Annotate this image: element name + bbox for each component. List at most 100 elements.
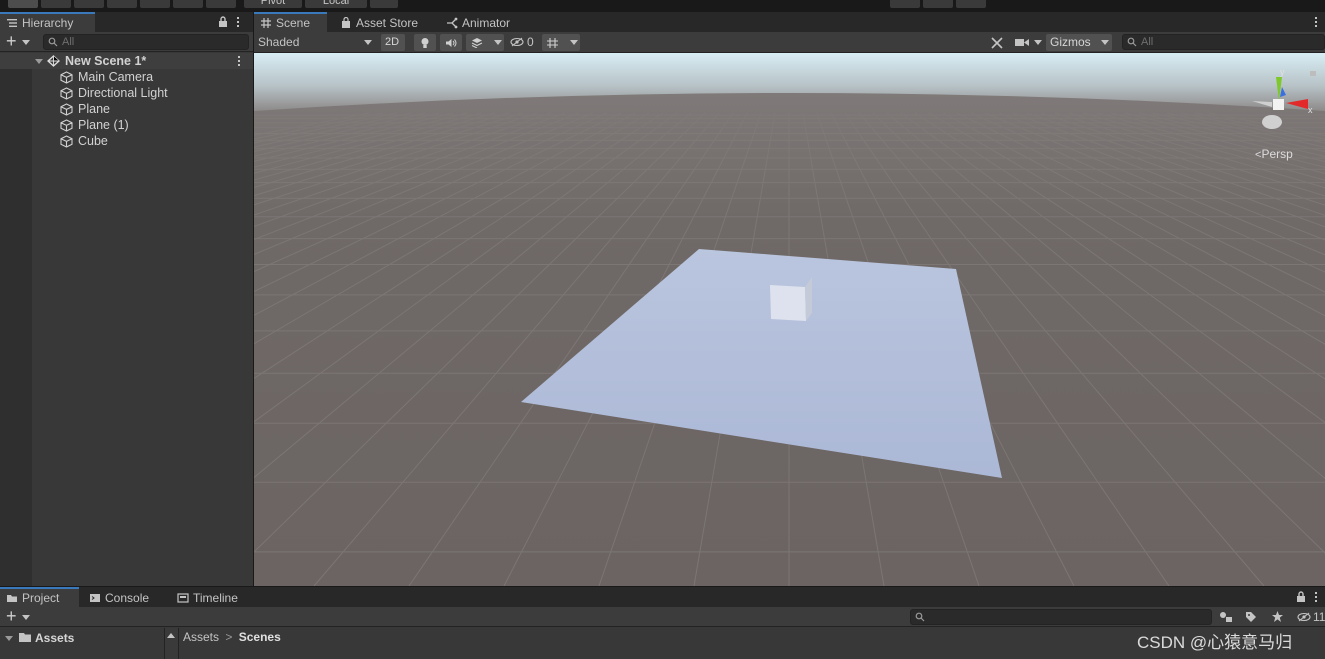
hierarchy-item-plane[interactable]: Plane xyxy=(32,101,253,117)
speaker-icon xyxy=(446,39,457,47)
tab-project-label: Project xyxy=(22,591,60,605)
hierarchy-item-label: Main Camera xyxy=(78,70,154,84)
hierarchy-item-cube[interactable]: Cube xyxy=(32,133,253,149)
hierarchy-menu-icon[interactable] xyxy=(237,17,240,29)
x-axis-arrow[interactable] xyxy=(1286,99,1308,109)
effects-dropdown[interactable] xyxy=(466,34,504,51)
tag-icon[interactable] xyxy=(1245,611,1257,623)
y-axis-arrow[interactable] xyxy=(1276,77,1282,101)
shading-mode-dropdown[interactable]: Shaded xyxy=(258,33,374,51)
snap-button[interactable] xyxy=(370,0,398,8)
tab-scene-label: Scene xyxy=(276,16,311,30)
filter-by-type-icon[interactable] xyxy=(1219,611,1233,623)
hand-tool-button[interactable] xyxy=(8,0,38,8)
tab-console-label: Console xyxy=(105,591,150,605)
tab-timeline-label: Timeline xyxy=(193,591,238,605)
list-icon xyxy=(7,19,17,27)
eye-slash-icon xyxy=(510,37,524,47)
scene-search-placeholder: All xyxy=(1141,36,1154,48)
tab-project[interactable]: Project xyxy=(0,587,79,607)
hierarchy-item-main-camera[interactable]: Main Camera xyxy=(32,69,253,85)
project-tree-scrollbar[interactable] xyxy=(165,628,178,659)
scroll-up-icon[interactable] xyxy=(167,633,175,638)
rotate-tool-button[interactable] xyxy=(74,0,104,8)
tab-timeline[interactable]: Timeline xyxy=(171,587,255,607)
pause-button[interactable] xyxy=(923,0,953,8)
scale-tool-button[interactable] xyxy=(107,0,137,8)
scene-menu-icon[interactable] xyxy=(238,56,241,68)
lock-icon[interactable] xyxy=(218,16,228,27)
tab-animator[interactable]: Animator xyxy=(440,12,525,32)
hierarchy-item-plane-1[interactable]: Plane (1) xyxy=(32,117,253,133)
hierarchy-tabbar: Hierarchy xyxy=(0,12,253,32)
layers-icon xyxy=(471,38,483,48)
add-dropdown-icon[interactable] xyxy=(22,40,30,45)
hidden-count: 0 xyxy=(527,35,534,49)
local-toggle[interactable]: Local xyxy=(305,0,367,8)
eye-slash-icon[interactable] xyxy=(1297,612,1311,622)
tab-console[interactable]: Console xyxy=(83,587,166,607)
2d-toggle-button[interactable]: 2D xyxy=(381,34,405,51)
cube-icon xyxy=(60,135,73,148)
console-icon xyxy=(90,594,100,602)
pivot-toggle[interactable]: Pivot xyxy=(244,0,302,8)
star-icon[interactable] xyxy=(1271,610,1284,623)
create-button[interactable]: + xyxy=(6,606,17,627)
scene-viewport[interactable]: y x <Persp xyxy=(254,53,1325,586)
chevron-down-icon xyxy=(1034,40,1042,45)
gizmo-lock-icon[interactable] xyxy=(1310,71,1316,76)
scene-menu-icon[interactable] xyxy=(1315,17,1318,29)
tab-animator-label: Animator xyxy=(462,16,511,30)
step-button[interactable] xyxy=(956,0,986,8)
scene-row[interactable]: New Scene 1* xyxy=(0,53,253,69)
grid-snap-dropdown[interactable] xyxy=(542,34,580,51)
hierarchy-item-label: Cube xyxy=(78,134,108,148)
gizmos-dropdown[interactable]: Gizmos xyxy=(1046,34,1112,51)
x-axis-label: x xyxy=(1308,105,1313,115)
expand-arrow-icon[interactable] xyxy=(5,636,13,641)
breadcrumb-assets[interactable]: Assets xyxy=(183,630,219,644)
custom-tool-button[interactable] xyxy=(206,0,236,8)
gizmo-center-cube[interactable] xyxy=(1273,99,1284,110)
hierarchy-item-directional-light[interactable]: Directional Light xyxy=(32,85,253,101)
rect-tool-button[interactable] xyxy=(140,0,170,8)
transform-tool-button[interactable] xyxy=(173,0,203,8)
tab-asset-store[interactable]: Asset Store xyxy=(334,12,429,32)
unity-scene-icon xyxy=(47,55,60,67)
grid-snap-icon xyxy=(547,38,558,48)
play-button[interactable] xyxy=(890,0,920,8)
cube-object-front xyxy=(770,285,806,321)
project-toolbar: + 11 xyxy=(0,606,1325,627)
lock-icon[interactable] xyxy=(1296,591,1306,602)
hierarchy-search-input[interactable]: All xyxy=(43,34,249,50)
folder-icon xyxy=(19,633,31,642)
expand-arrow-icon[interactable] xyxy=(35,59,43,64)
project-folder-tree: Assets xyxy=(0,628,165,659)
project-menu-icon[interactable] xyxy=(1315,592,1318,604)
hierarchy-item-label: Plane xyxy=(78,102,110,116)
scene-name: New Scene 1* xyxy=(65,54,147,68)
hierarchy-subbar: + All xyxy=(0,31,253,52)
scene-search-input[interactable]: All xyxy=(1122,34,1325,50)
add-button[interactable]: + xyxy=(6,31,17,52)
hierarchy-tree: New Scene 1* Main Camera Directional Lig… xyxy=(0,53,253,586)
z-axis-arrow[interactable] xyxy=(1280,87,1286,97)
bag-icon xyxy=(342,17,350,28)
tools-toggle[interactable] xyxy=(990,33,1006,51)
project-panel: Project Console Timeline + 11 Assets Ass… xyxy=(0,587,1325,659)
project-search-input[interactable] xyxy=(910,609,1212,625)
orientation-gizmo[interactable]: y x xyxy=(1244,65,1316,145)
scene-visibility-toggle[interactable]: 0 xyxy=(510,33,540,51)
projection-toggle[interactable]: <Persp xyxy=(1255,147,1293,161)
chevron-down-icon xyxy=(1101,40,1109,45)
neg-z-axis-cap xyxy=(1262,115,1282,129)
breadcrumb-scenes[interactable]: Scenes xyxy=(239,630,281,644)
assets-folder[interactable]: Assets xyxy=(35,631,74,645)
move-tool-button[interactable] xyxy=(41,0,71,8)
lighting-toggle[interactable] xyxy=(414,34,436,51)
create-dropdown-icon[interactable] xyxy=(22,615,30,620)
camera-settings-dropdown[interactable] xyxy=(1015,33,1045,51)
audio-toggle[interactable] xyxy=(440,34,462,51)
tab-hierarchy[interactable]: Hierarchy xyxy=(0,12,95,32)
tab-scene[interactable]: Scene xyxy=(254,12,327,32)
